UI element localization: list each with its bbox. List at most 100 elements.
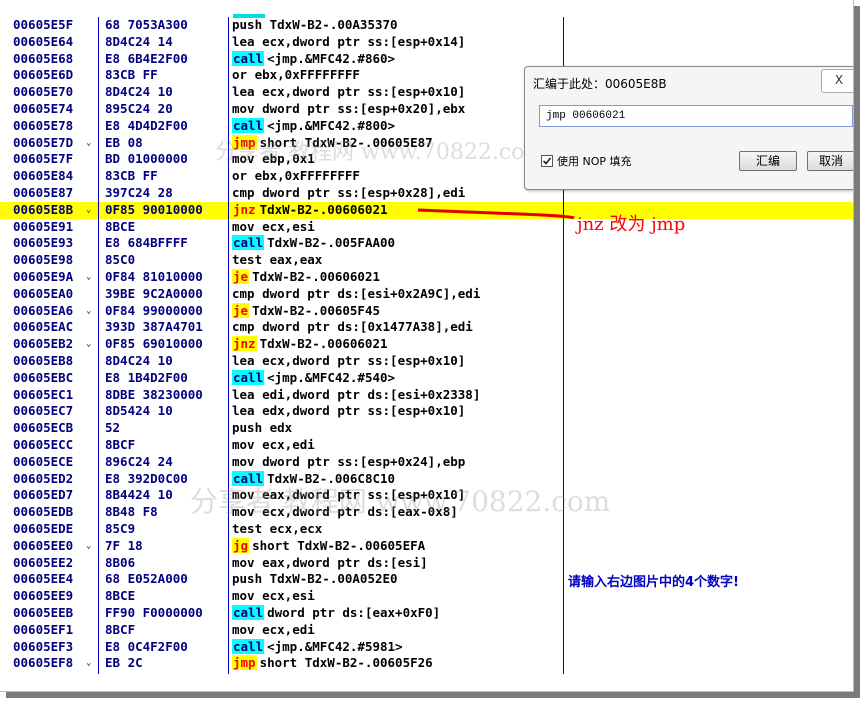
instruction-row[interactable]: 00605EB2 ⌄ 0F85 69010000 jnz TdxW-B2-.006060… — [0, 336, 853, 353]
frame-shadow-bottom — [6, 692, 860, 698]
instruction-row[interactable]: 00605E9A ⌄ 0F84 81010000 je TdxW-B2-.0060602… — [0, 269, 853, 286]
operands: mov ecx,edi — [232, 621, 315, 637]
instruction: je TdxW-B2-.00605F45 — [232, 302, 380, 320]
column-divider-hex — [228, 17, 229, 674]
opcode-bytes: 7F 18 — [105, 537, 143, 553]
operands: TdxW-B2-.00606021 — [259, 336, 388, 352]
instruction-row[interactable]: 00605E98 85C0 test eax,eax — [0, 252, 853, 269]
operands: push edx — [232, 420, 293, 436]
cancel-button[interactable]: 取消 — [807, 151, 853, 171]
instruction-row[interactable]: 00605ECE 896C24 24 mov dword ptr ss:[esp+0… — [0, 454, 853, 471]
close-button[interactable]: X — [821, 69, 853, 93]
operands: cmp dword ptr ss:[esp+0x28],edi — [232, 185, 466, 200]
instruction-row[interactable]: 00605E64 8D4C24 14 lea ecx,dword ptr ss:[e… — [0, 34, 853, 51]
operands: short TdxW-B2-.00605EFA — [252, 537, 426, 553]
address: 00605E91 — [13, 218, 74, 234]
instruction-row[interactable]: 00605EEB FF90 F0000000 call dword ptr ds:[e… — [0, 605, 853, 622]
instruction-row[interactable]: 00605EAC 393D 387A4701 cmp dword ptr ds:[0… — [0, 319, 853, 336]
opcode-bytes: E8 6B4E2F00 — [105, 50, 188, 66]
address: 00605E7F — [13, 151, 74, 167]
opcode-bytes: E8 392D0C00 — [105, 470, 188, 486]
instruction: call <jmp.&MFC42.#860> — [232, 50, 396, 68]
selected-instruction-row[interactable]: 00605E8B ⌄ 0F85 90010000 jnz TdxW-B2-.006060… — [0, 201, 853, 219]
instruction-row[interactable]: 00605E93 E8 684BFFFF call TdxW-B2-.005FAA00 — [0, 235, 853, 252]
instruction-row[interactable]: 00605E91 8BCE mov ecx,esi — [0, 219, 853, 236]
address: 00605EA6 — [13, 302, 74, 318]
operands: TdxW-B2-.00606021 — [259, 201, 388, 217]
nop-fill-checkbox[interactable] — [541, 155, 553, 167]
address: 00605ECC — [13, 437, 74, 452]
instruction: jnz TdxW-B2-.00606021 — [232, 202, 388, 219]
jump-marker-icon: ⌄ — [86, 540, 92, 551]
operands: lea edx,dword ptr ss:[esp+0x10] — [232, 403, 466, 419]
instruction-row[interactable]: 00605ECC 8BCF mov ecx,edi — [0, 437, 853, 454]
instruction-row[interactable]: 00605EC1 8DBE 38230000 lea edi,dword ptr d… — [0, 387, 853, 404]
opcode-bytes: 8D4C24 10 — [105, 84, 173, 100]
opcode-bytes: E8 684BFFFF — [105, 235, 188, 251]
instruction: lea edi,dword ptr ds:[esi+0x2338] — [232, 387, 480, 404]
mnemonic-jump: jg — [232, 537, 250, 553]
opcode-bytes: 52 — [105, 420, 121, 436]
instruction: push edx — [232, 420, 292, 437]
instruction-row[interactable]: 00605EC7 8D5424 10 lea edx,dword ptr ss:[e… — [0, 403, 853, 420]
instruction: mov ecx,esi — [232, 588, 315, 605]
opcode-bytes: 393D 387A4701 — [105, 319, 203, 335]
opcode-bytes: E8 0C4F2F00 — [105, 638, 188, 654]
instruction: or ebx,0xFFFFFFFF — [232, 168, 360, 185]
operands: or ebx,0xFFFFFFFF — [232, 67, 360, 83]
instruction-row[interactable]: 00605EE2 8B06 mov eax,dword ptr ds:[esi] — [0, 555, 853, 572]
change-note: jnz 改为 jmp — [577, 214, 686, 235]
instruction-row[interactable]: 00605EF1 8BCF mov ecx,edi — [0, 622, 853, 639]
instruction-row[interactable]: 00605EA0 39BE 9C2A0000 cmp dword ptr ds:[e… — [0, 286, 853, 303]
instruction-row[interactable]: 00605EF8 ⌄ EB 2C jmp short TdxW-B2-.00605F26 — [0, 655, 853, 672]
address: 00605EE4 — [13, 571, 74, 587]
opcode-bytes: 8D4C24 10 — [105, 353, 173, 368]
instruction: mov ecx,edi — [232, 437, 315, 454]
address: 00605EDE — [13, 521, 74, 536]
instruction-row[interactable]: 00605EF3 E8 0C4F2F00 call <jmp.&MFC42.#5981… — [0, 638, 853, 656]
operands: dword ptr ds:[eax+0xF0] — [267, 605, 441, 620]
opcode-bytes: 8BCE — [105, 218, 136, 234]
operands: short TdxW-B2-.00605F26 — [259, 655, 433, 671]
address: 00605E5F — [13, 17, 74, 32]
address: 00605EDB — [13, 504, 74, 520]
instruction-row[interactable]: 00605EBC E8 1B4D2F00 call <jmp.&MFC42.#540> — [0, 369, 853, 387]
address: 00605E93 — [13, 235, 74, 251]
instruction-row[interactable]: 00605EB8 8D4C24 10 lea ecx,dword ptr ss:[e… — [0, 353, 853, 370]
debugger-window: 00605E5F 68 7053A300 push TdxW-B2-.00A3537… — [0, 0, 854, 692]
instruction-row[interactable]: 00605EA6 ⌄ 0F84 99000000 je TdxW-B2-.00605F4… — [0, 302, 853, 320]
instruction-row[interactable]: 00605ECB 52 push edx — [0, 420, 853, 437]
instruction: jmp short TdxW-B2-.00605F26 — [232, 655, 433, 672]
operands: cmp dword ptr ds:[0x1477A38],edi — [232, 319, 473, 335]
instruction: push TdxW-B2-.00A052E0 — [232, 571, 398, 588]
operands: <jmp.&MFC42.#860> — [267, 50, 396, 66]
instruction: call TdxW-B2-.005FAA00 — [232, 235, 395, 252]
opcode-bytes: 83CB FF — [105, 168, 158, 184]
opcode-bytes: 8BCE — [105, 588, 136, 604]
operands: lea ecx,dword ptr ss:[esp+0x10] — [232, 84, 466, 100]
window-title-cropped — [0, 0, 853, 14]
close-icon: X — [834, 73, 844, 87]
instruction-row[interactable]: 00605EDE 85C9 test ecx,ecx — [0, 521, 853, 538]
opcode-bytes: 68 E052A000 — [105, 571, 188, 587]
instruction-row[interactable]: 00605E5F 68 7053A300 push TdxW-B2-.00A3537… — [0, 17, 853, 34]
instruction-row[interactable]: 00605E68 E8 6B4E2F00 call <jmp.&MFC42.#860> — [0, 50, 853, 68]
assemble-button[interactable]: 汇编 — [739, 151, 797, 171]
instruction: mov eax,dword ptr ds:[esi] — [232, 555, 428, 572]
frame-shadow-right — [854, 6, 860, 698]
checkmark-icon — [542, 157, 552, 165]
assembly-input[interactable]: jmp 00606021 — [539, 105, 853, 127]
address: 00605EBC — [13, 369, 74, 385]
address: 00605E78 — [13, 117, 74, 133]
opcode-bytes: 0F85 90010000 — [105, 201, 203, 217]
mnemonic-call: call — [232, 235, 265, 251]
opcode-bytes: E8 4D4D2F00 — [105, 117, 188, 133]
instruction: mov ecx,edi — [232, 622, 315, 639]
instruction-row[interactable]: 00605EE0 ⌄ 7F 18 jg short TdxW-B2-.00605EFA — [0, 537, 853, 555]
dialog-title: 汇编于此处：00605E8B — [533, 77, 667, 91]
watermark: 分享者 教程网 www.70822.com — [190, 485, 611, 518]
instruction: lea ecx,dword ptr ss:[esp+0x10] — [232, 353, 465, 370]
mnemonic-call: call — [232, 638, 265, 654]
opcode-bytes: 39BE 9C2A0000 — [105, 285, 203, 301]
instruction-row[interactable]: 00605EE9 8BCE mov ecx,esi — [0, 588, 853, 605]
